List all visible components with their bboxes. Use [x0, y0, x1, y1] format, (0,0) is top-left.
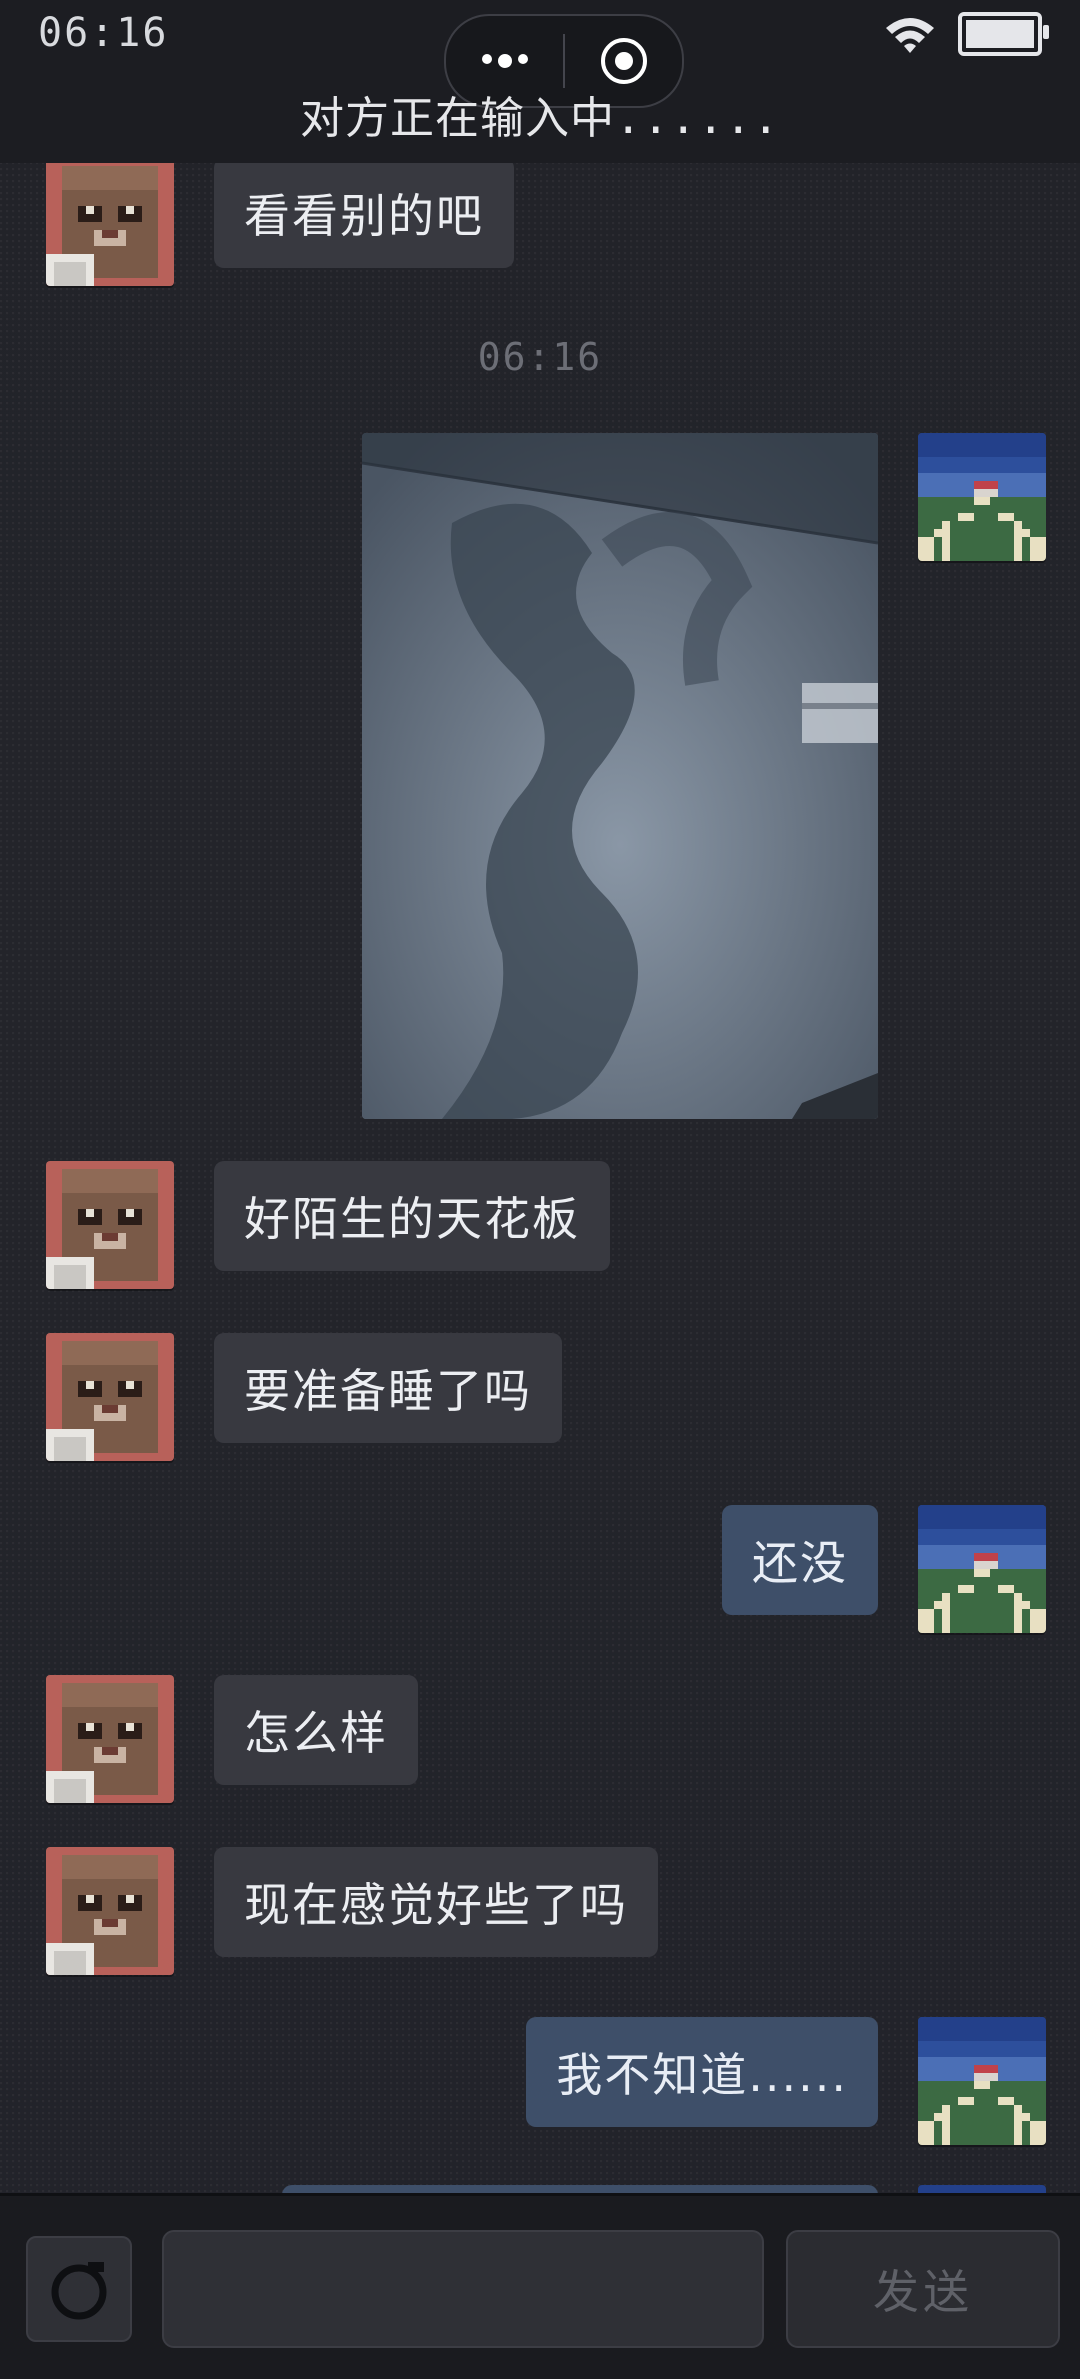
my-avatar[interactable]	[918, 2017, 1046, 2145]
outgoing-message-bubble-partial[interactable]	[282, 2185, 878, 2193]
incoming-message-bubble[interactable]: 看看别的吧	[214, 163, 514, 268]
chat-list[interactable]: 看看别的吧 06:16 好陌生的天花板 要准备睡了吗 还没 怎么样 现在感觉好些…	[0, 163, 1080, 2193]
my-avatar-partial[interactable]	[918, 2185, 1046, 2193]
status-icons	[884, 12, 1049, 56]
status-time: 06:16	[38, 10, 169, 56]
camera-button[interactable]	[26, 2236, 132, 2342]
camera-icon	[51, 2262, 107, 2320]
contact-avatar[interactable]	[46, 1675, 174, 1803]
message-timestamp: 06:16	[477, 335, 603, 379]
message-input[interactable]	[162, 2230, 764, 2348]
my-avatar[interactable]	[918, 433, 1046, 561]
my-avatar[interactable]	[918, 1505, 1046, 1633]
incoming-message-bubble[interactable]: 现在感觉好些了吗	[214, 1847, 658, 1957]
target-circle-icon	[600, 38, 647, 84]
contact-avatar[interactable]	[46, 1847, 174, 1975]
typing-status-title: 对方正在输入中......	[300, 93, 780, 144]
battery-icon	[958, 12, 1049, 56]
incoming-message-bubble[interactable]: 怎么样	[214, 1675, 418, 1785]
ceiling-photo-message[interactable]	[362, 433, 878, 1119]
incoming-message-bubble[interactable]: 好陌生的天花板	[214, 1161, 610, 1271]
input-bar: 发送	[0, 2193, 1080, 2379]
top-bar: 06:16 对方正在输入中......	[0, 0, 1080, 163]
contact-avatar[interactable]	[46, 1161, 174, 1289]
more-dots-icon	[481, 54, 528, 68]
wifi-icon	[884, 14, 936, 54]
incoming-message-bubble[interactable]: 要准备睡了吗	[214, 1333, 562, 1443]
send-button[interactable]: 发送	[786, 2230, 1060, 2348]
contact-avatar[interactable]	[46, 163, 174, 286]
outgoing-message-bubble[interactable]: 我不知道......	[526, 2017, 878, 2127]
outgoing-message-bubble[interactable]: 还没	[722, 1505, 878, 1615]
contact-avatar[interactable]	[46, 1333, 174, 1461]
